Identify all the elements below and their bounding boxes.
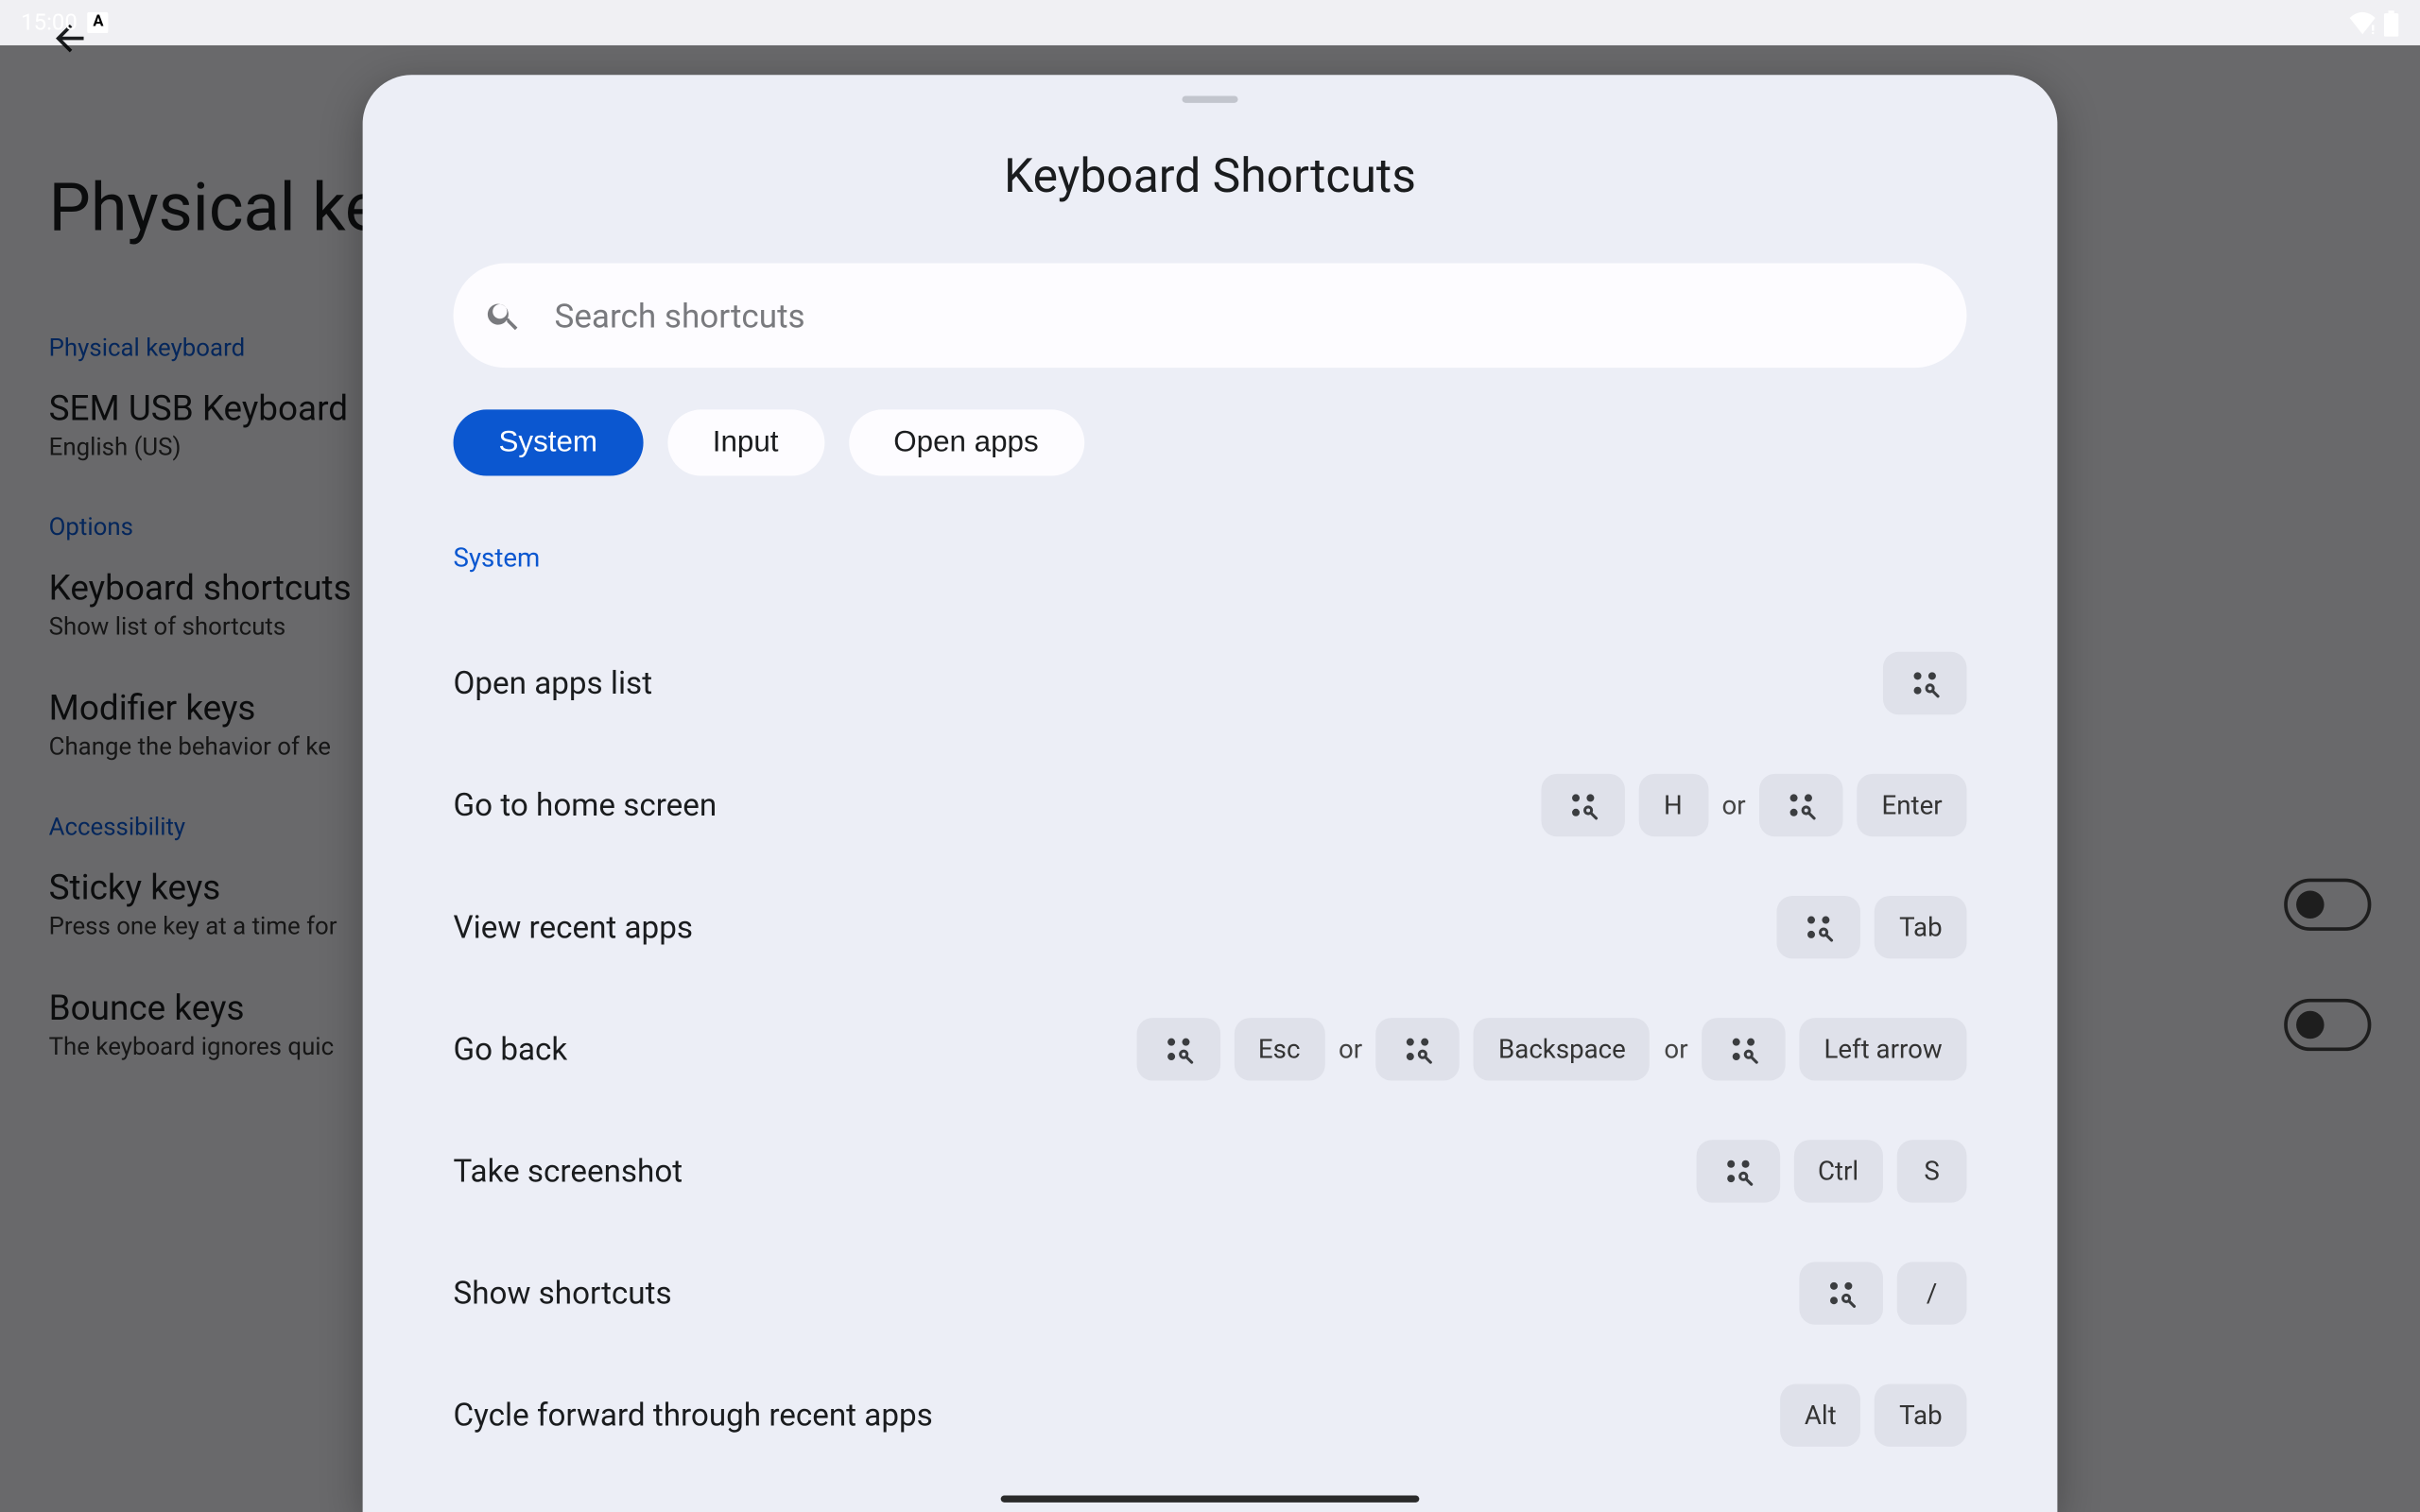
search-key-icon [1908,666,1943,701]
shortcut-label: Open apps list [454,665,653,702]
key-search [1696,1140,1780,1202]
shortcut-label: Go to home screen [454,787,717,824]
sticky-sub: Press one key at a time for [49,913,337,941]
shortcut-row: View recent apps Tab [454,867,1967,988]
shortcut-row: Open apps list [454,622,1967,744]
search-placeholder: Search shortcuts [555,296,805,335]
status-bar: 15:00 A [0,0,2420,45]
clock: 15:00 [21,9,78,36]
or-separator: or [1664,1034,1687,1065]
key-cap: Alt [1780,1383,1860,1446]
or-separator: or [1339,1034,1362,1065]
key-search [1376,1018,1461,1080]
key-search [1777,896,1861,958]
or-separator: or [1722,790,1746,821]
wifi-icon [2348,10,2377,35]
key-cap: H [1638,774,1708,836]
notification-badge: A [88,12,109,33]
chip-input[interactable]: Input [667,409,824,475]
shortcut-label: Show shortcuts [454,1275,672,1312]
shortcut-label: Cycle forward through recent apps [454,1397,933,1434]
key-search [1799,1262,1883,1324]
shortcut-keys [1883,652,1967,714]
shortcut-row: Go to home screen Hor Enter [454,745,1967,867]
key-cap: / [1897,1262,1967,1324]
key-search [1702,1018,1786,1080]
shortcut-keys: / [1799,1262,1966,1324]
search-key-icon [1720,1154,1755,1189]
key-search [1883,652,1967,714]
key-search [1759,774,1843,836]
shortcut-label: Take screenshot [454,1153,683,1190]
shortcut-label: View recent apps [454,909,693,946]
search-key-icon [1802,910,1837,945]
search-key-icon [1726,1032,1761,1067]
shortcut-keys: Tab [1777,896,1967,958]
key-search [1136,1018,1220,1080]
search-key-icon [1784,788,1819,823]
chip-open-apps[interactable]: Open apps [848,409,1083,475]
search-key-icon [1161,1032,1196,1067]
section-label-system: System [454,542,1967,574]
gesture-bar[interactable] [1001,1495,1420,1502]
shortcut-keys: EscorBackspaceorLeft arrow [1136,1018,1967,1080]
shortcut-row: Show shortcuts / [454,1232,1967,1354]
sticky-keys-item[interactable]: Sticky keys Press one key at a time for [49,867,337,941]
key-cap: Tab [1875,1383,1966,1446]
shortcut-keys: CtrlS [1696,1140,1967,1202]
key-cap: Left arrow [1800,1018,1967,1080]
shortcut-keys: AltTab [1780,1383,1966,1446]
key-cap: Backspace [1474,1018,1650,1080]
chip-system[interactable]: System [454,409,643,475]
sticky-title: Sticky keys [49,867,337,908]
shortcuts-sheet: Keyboard Shortcuts Search shortcuts Syst… [363,75,2058,1512]
bounce-keys-item[interactable]: Bounce keys The keyboard ignores quic [49,987,334,1061]
shortcut-keys: Hor Enter [1541,774,1967,836]
key-cap: Esc [1234,1018,1324,1080]
shortcut-row: Take screenshot CtrlS [454,1110,1967,1232]
shortcut-row: Go backEscorBackspaceorLeft arrow [454,988,1967,1110]
key-search [1541,774,1625,836]
sheet-title: Keyboard Shortcuts [454,148,1967,204]
shortcut-row: Cycle forward through recent apps AltTab [454,1354,1967,1476]
search-input[interactable]: Search shortcuts [454,264,1967,369]
key-cap: Enter [1858,774,1967,836]
key-cap: S [1897,1140,1967,1202]
search-key-icon [1824,1276,1858,1311]
search-key-icon [1565,788,1600,823]
key-cap: Tab [1875,896,1966,958]
bounce-keys-toggle[interactable] [2284,998,2371,1050]
key-cap: Ctrl [1793,1140,1883,1202]
search-key-icon [1401,1032,1436,1067]
battery-icon [2383,9,2399,36]
bounce-sub: The keyboard ignores quic [49,1034,334,1062]
drag-handle[interactable] [1183,95,1238,102]
search-icon [485,297,524,335]
shortcut-label: Go back [454,1031,568,1068]
sticky-keys-toggle[interactable] [2284,878,2371,930]
bounce-title: Bounce keys [49,987,334,1028]
